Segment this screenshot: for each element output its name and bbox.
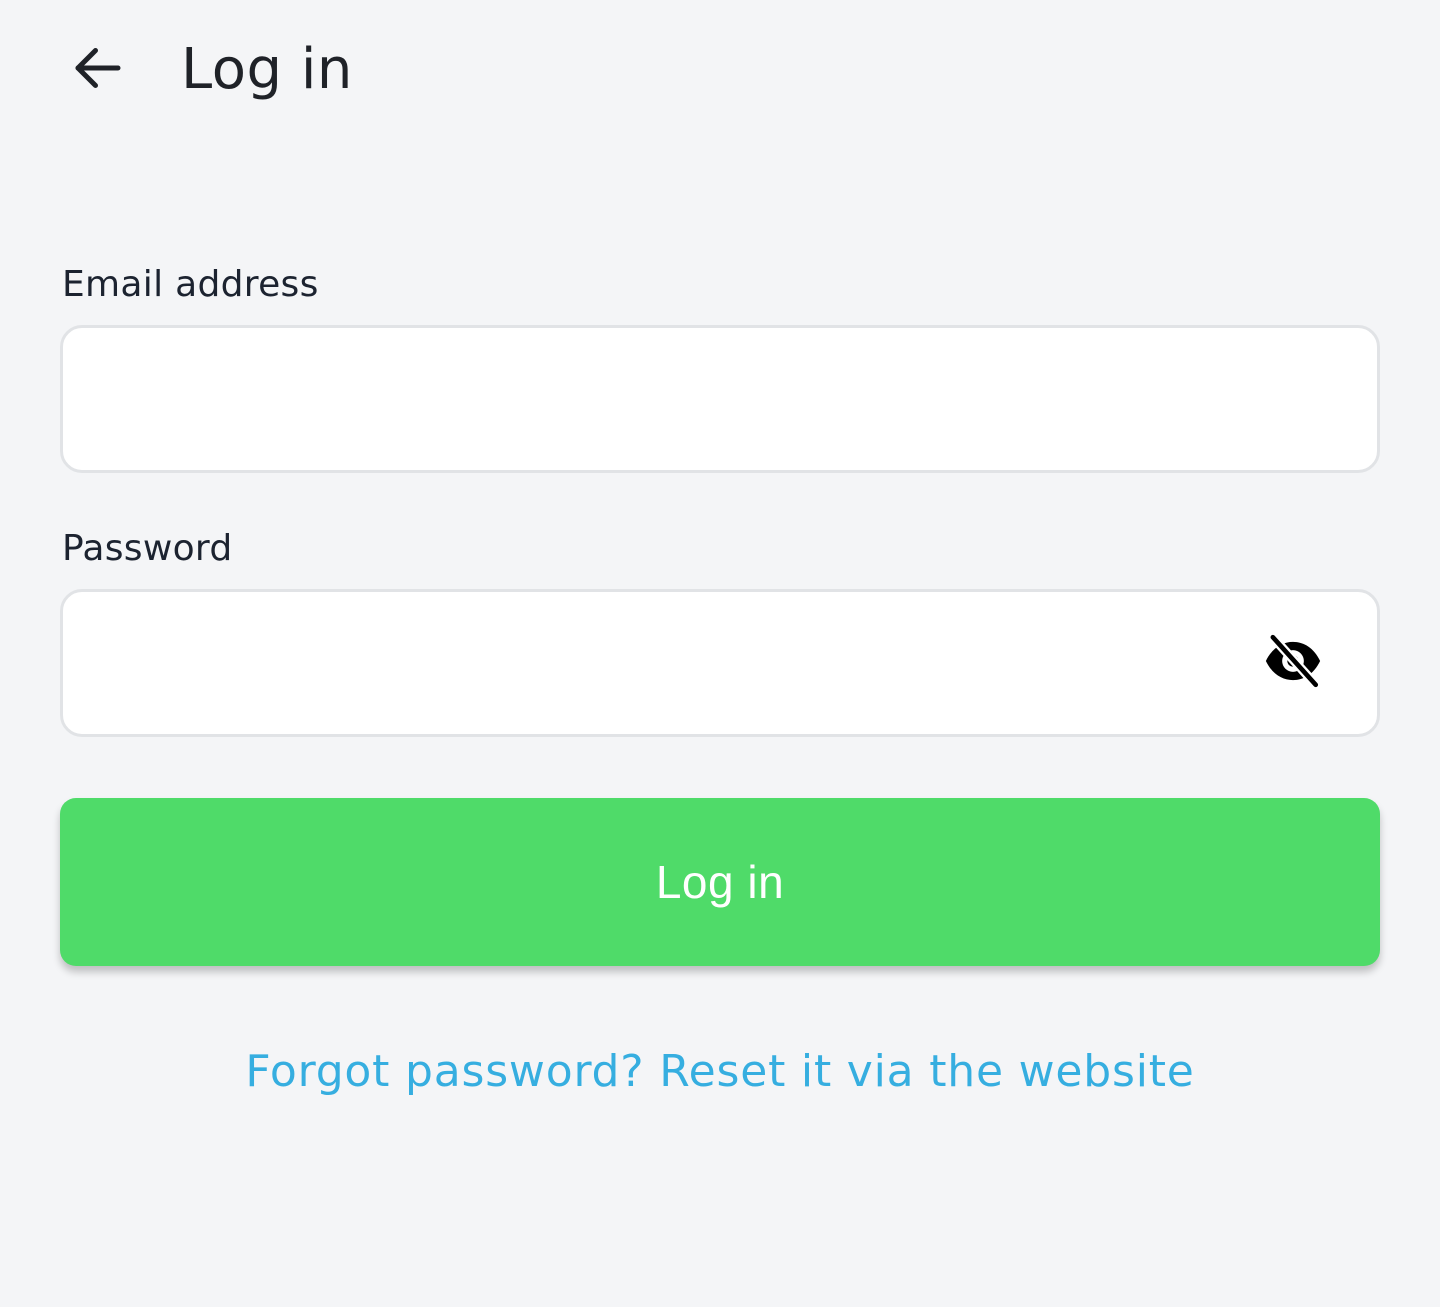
email-field[interactable]	[63, 328, 1377, 470]
email-field-container	[60, 325, 1380, 473]
page-title: Log in	[181, 37, 353, 102]
password-field[interactable]	[63, 592, 1377, 734]
eye-off-icon	[1265, 632, 1321, 690]
login-button[interactable]: Log in	[60, 798, 1380, 966]
login-button-label: Log in	[655, 856, 785, 908]
password-label: Password	[62, 528, 233, 569]
login-screen: Log in Email address Password Log in For…	[0, 0, 1440, 1307]
password-field-container	[60, 589, 1380, 737]
back-button[interactable]	[60, 30, 136, 106]
email-label: Email address	[62, 264, 319, 305]
forgot-password-link[interactable]: Forgot password? Reset it via the websit…	[0, 1043, 1440, 1101]
arrow-left-icon	[75, 48, 121, 88]
password-visibility-toggle[interactable]	[1261, 629, 1325, 693]
